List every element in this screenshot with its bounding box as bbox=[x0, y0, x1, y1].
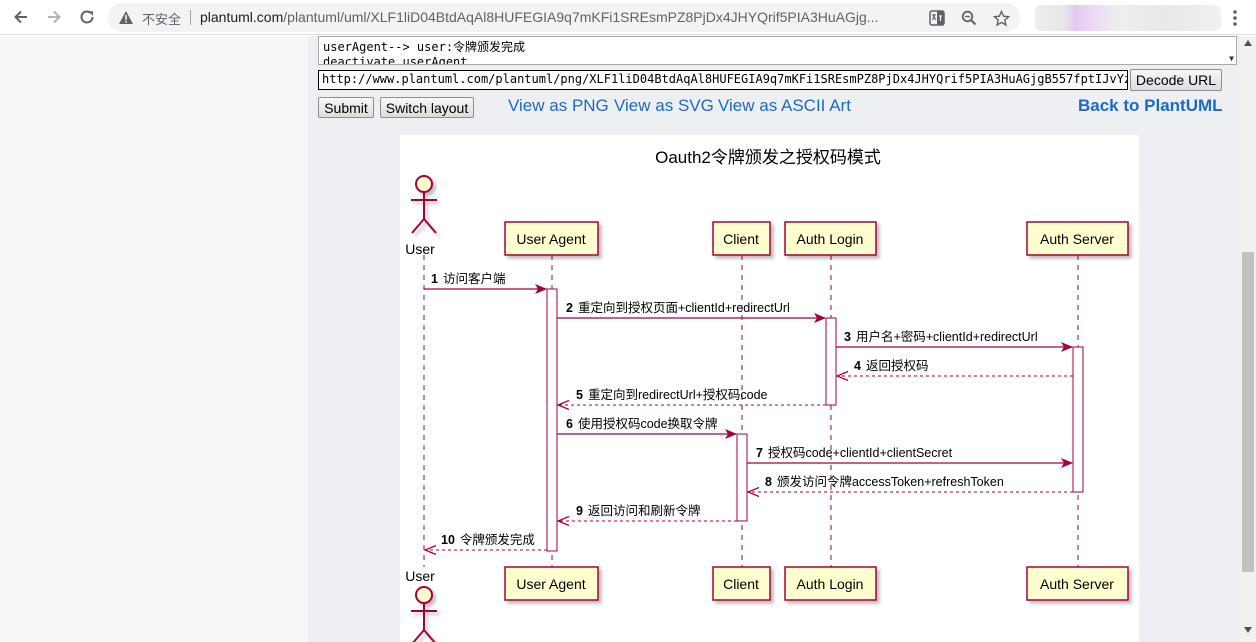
activation-client bbox=[736, 433, 748, 522]
message-7-text: 授权码code+clientId+clientSecret bbox=[768, 445, 953, 460]
translate-icon bbox=[929, 10, 945, 26]
png-url-input[interactable]: http://www.plantuml.com/plantuml/png/XLF… bbox=[318, 70, 1128, 90]
translate-button[interactable] bbox=[928, 9, 946, 27]
back-to-plantuml-link[interactable]: Back to PlantUML bbox=[1078, 96, 1223, 116]
page-scrollbar-thumb[interactable] bbox=[1242, 252, 1254, 572]
plantuml-page: userAgent--> user:令牌颁发完成 deactivate user… bbox=[308, 36, 1240, 642]
message-10-text: 令牌颁发完成 bbox=[460, 532, 535, 547]
message-5-text: 重定向到redirectUrl+授权码code bbox=[588, 387, 768, 402]
arrow-right-icon bbox=[48, 10, 61, 24]
scroll-up-icon[interactable] bbox=[1244, 40, 1252, 46]
extensions-area[interactable] bbox=[1035, 5, 1221, 31]
source-line-1: userAgent--> user:令牌颁发完成 bbox=[323, 40, 526, 54]
activation-user-agent bbox=[546, 288, 558, 552]
participant-client-bottom-label: Client bbox=[723, 576, 759, 592]
bookmark-button[interactable] bbox=[992, 9, 1010, 27]
message-10-number: 10 bbox=[441, 533, 455, 547]
message-1-text: 访问客户端 bbox=[443, 271, 506, 286]
url-path: /plantuml/uml/XLF1liD04BtdAqAl8HUFEGIA9q… bbox=[283, 9, 879, 25]
participant-auth-server-top-label: Auth Server bbox=[1040, 231, 1114, 247]
back-button[interactable] bbox=[9, 6, 33, 28]
source-line-2: deactivate userAgent bbox=[323, 55, 468, 65]
message-8-number: 8 bbox=[765, 475, 772, 489]
message-9-text: 返回访问和刷新令牌 bbox=[588, 503, 701, 518]
zoom-button[interactable] bbox=[960, 9, 978, 27]
message-3-number: 3 bbox=[844, 330, 851, 344]
actor-user-bottom-label: User bbox=[405, 568, 435, 584]
star-icon bbox=[992, 9, 1010, 26]
participant-user-agent-top: User Agent bbox=[504, 221, 599, 256]
message-6-label: 6 使用授权码code换取令牌 bbox=[566, 416, 718, 431]
message-4-text: 返回授权码 bbox=[866, 358, 929, 373]
switch-layout-button[interactable]: Switch layout bbox=[380, 97, 474, 118]
participant-client-top-label: Client bbox=[723, 231, 759, 247]
warning-icon bbox=[119, 11, 133, 24]
participant-user-agent-bottom-label: User Agent bbox=[516, 576, 585, 592]
message-5-number: 5 bbox=[576, 388, 583, 402]
sequence-diagram: Oauth2令牌颁发之授权码模式 User User Agent Client … bbox=[400, 135, 1139, 642]
participant-user-agent-top-label: User Agent bbox=[516, 231, 585, 247]
scroll-down-icon[interactable] bbox=[1244, 627, 1252, 633]
actor-user-bottom bbox=[411, 586, 437, 642]
reload-icon bbox=[80, 10, 94, 24]
participant-client-top: Client bbox=[712, 221, 771, 256]
participant-auth-server-bottom: Auth Server bbox=[1026, 566, 1129, 601]
message-5-label: 5 重定向到redirectUrl+授权码code bbox=[576, 387, 768, 402]
sequence-diagram-svg: Oauth2令牌颁发之授权码模式 User User Agent Client … bbox=[405, 148, 1129, 642]
message-9-label: 9 返回访问和刷新令牌 bbox=[576, 503, 700, 518]
activation-auth-login bbox=[825, 317, 837, 406]
message-6-number: 6 bbox=[566, 417, 573, 431]
message-4-number: 4 bbox=[854, 359, 861, 373]
participant-auth-login-bottom: Auth Login bbox=[784, 566, 877, 601]
message-8-text: 颁发访问令牌accessToken+refreshToken bbox=[777, 474, 1004, 489]
diagram-title: Oauth2令牌颁发之授权码模式 bbox=[655, 148, 881, 167]
activation-auth-server bbox=[1072, 346, 1084, 493]
url-text: plantuml.com/plantuml/uml/XLF1liD04BtdAq… bbox=[200, 9, 920, 25]
reload-button[interactable] bbox=[75, 6, 99, 28]
address-bar[interactable]: 不安全 plantuml.com/plantuml/uml/XLF1liD04B… bbox=[108, 3, 1020, 32]
participant-client-bottom: Client bbox=[712, 566, 771, 601]
message-2-label: 2 重定向到授权页面+clientId+redirectUrl bbox=[566, 300, 790, 315]
decode-url-button[interactable]: Decode URL bbox=[1130, 69, 1222, 91]
arrow-left-icon bbox=[14, 10, 27, 24]
participant-auth-login-top-label: Auth Login bbox=[797, 231, 864, 247]
participant-auth-login-top: Auth Login bbox=[784, 221, 877, 256]
message-6-text: 使用授权码code换取令牌 bbox=[578, 416, 718, 431]
message-3-text: 用户名+密码+clientId+redirectUrl bbox=[856, 329, 1038, 344]
submit-button[interactable]: Submit bbox=[318, 97, 374, 118]
message-7-number: 7 bbox=[756, 446, 763, 460]
view-as-svg-link[interactable]: View as SVG bbox=[614, 96, 714, 116]
insecure-label: 不安全 bbox=[142, 12, 182, 27]
forward-button[interactable] bbox=[42, 6, 66, 28]
source-textarea[interactable]: userAgent--> user:令牌颁发完成 deactivate user… bbox=[318, 36, 1237, 65]
message-1-label: 1 访问客户端 bbox=[431, 271, 505, 286]
participant-user-agent-bottom: User Agent bbox=[504, 566, 599, 601]
left-margin bbox=[0, 36, 308, 642]
message-8-label: 8 颁发访问令牌accessToken+refreshToken bbox=[765, 474, 1004, 489]
menu-icon[interactable] bbox=[1230, 9, 1240, 27]
zoom-icon bbox=[961, 10, 977, 26]
message-7-label: 7 授权码code+clientId+clientSecret bbox=[756, 445, 953, 460]
participant-auth-login-bottom-label: Auth Login bbox=[797, 576, 864, 592]
url-host: plantuml.com bbox=[200, 9, 284, 25]
message-3-label: 3 用户名+密码+clientId+redirectUrl bbox=[844, 329, 1038, 344]
actor-user-top-label: User bbox=[405, 241, 435, 257]
textarea-scroll-down-icon[interactable]: ▼ bbox=[1229, 51, 1234, 64]
message-9-number: 9 bbox=[576, 504, 583, 518]
participant-auth-server-top: Auth Server bbox=[1026, 221, 1129, 256]
actor-user-top bbox=[411, 175, 437, 234]
browser-toolbar: 不安全 plantuml.com/plantuml/uml/XLF1liD04B… bbox=[0, 0, 1256, 35]
view-as-ascii-link[interactable]: View as ASCII Art bbox=[718, 96, 851, 116]
message-4-label: 4 返回授权码 bbox=[854, 358, 928, 373]
message-2-number: 2 bbox=[566, 301, 573, 315]
message-2-text: 重定向到授权页面+clientId+redirectUrl bbox=[578, 300, 790, 315]
view-as-png-link[interactable]: View as PNG bbox=[508, 96, 609, 116]
omnibox-divider bbox=[190, 10, 191, 25]
message-1-number: 1 bbox=[431, 272, 438, 286]
participant-auth-server-bottom-label: Auth Server bbox=[1040, 576, 1114, 592]
message-10-label: 10 令牌颁发完成 bbox=[441, 532, 535, 547]
